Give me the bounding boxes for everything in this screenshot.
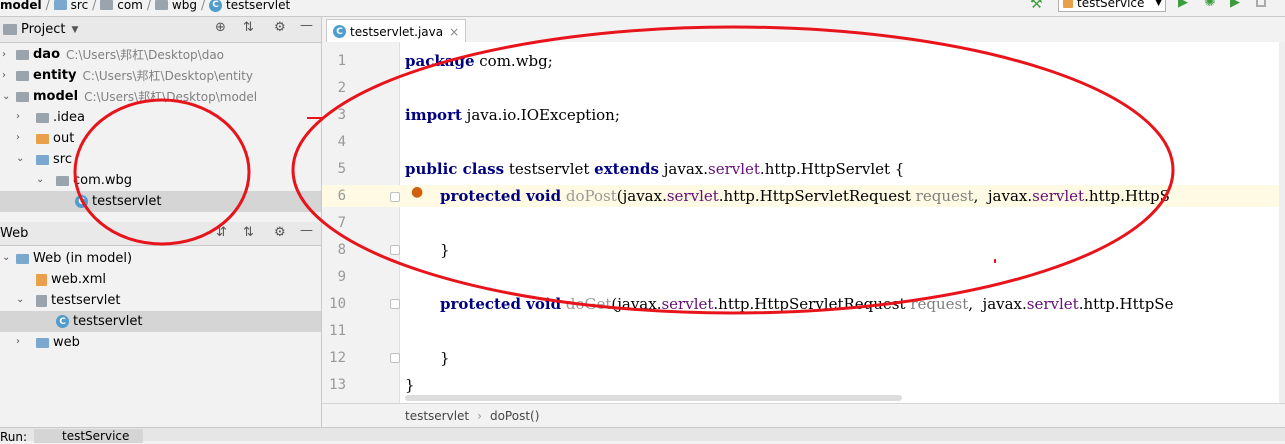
annotation-dot bbox=[994, 259, 996, 263]
annotation-circle-left bbox=[73, 98, 251, 246]
annotation-overlay bbox=[73, 25, 1175, 315]
annotation-circle-right bbox=[291, 25, 1175, 315]
